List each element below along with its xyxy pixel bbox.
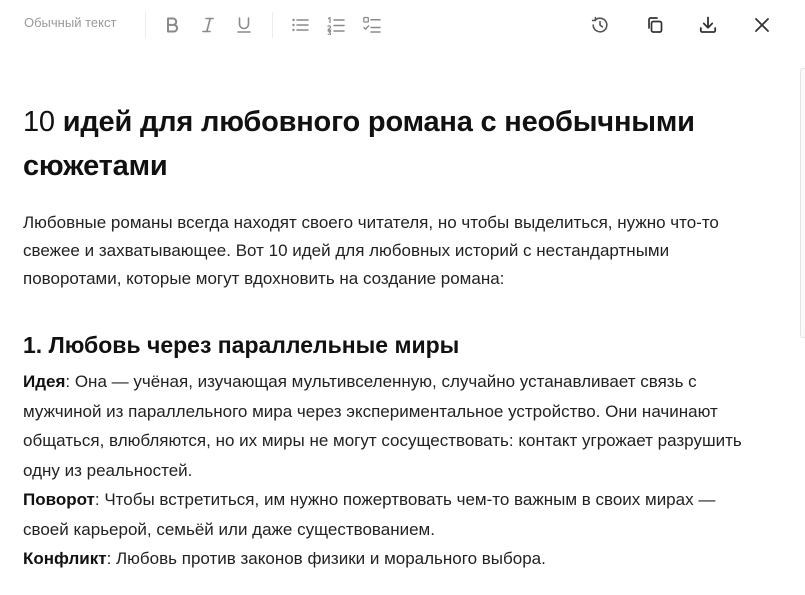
download-button[interactable]: [696, 13, 720, 37]
bullet-list-icon: [292, 18, 309, 32]
italic-button[interactable]: [196, 13, 220, 37]
checklist-button[interactable]: [360, 13, 384, 37]
twist-paragraph: Поворот: Чтобы встретиться, им нужно пож…: [23, 485, 763, 544]
idea-paragraph: Идея: Она — учёная, изучающая мультивсел…: [23, 367, 763, 485]
document-body: 10 идей для любовного романа с необычным…: [23, 100, 763, 574]
conflict-text: : Любовь против законов физики и моральн…: [106, 549, 546, 568]
history-button[interactable]: [588, 13, 612, 37]
title-number: 10: [23, 106, 55, 138]
underline-button[interactable]: [232, 13, 256, 37]
intro-paragraph: Любовные романы всегда находят своего чи…: [23, 213, 719, 288]
title-text: идей для любовного романа с необычными с…: [23, 106, 695, 182]
bold-button[interactable]: [160, 13, 184, 37]
italic-icon: [202, 17, 214, 33]
editor-toolbar: Обычный текст: [0, 0, 805, 50]
section-heading: 1. Любовь через параллельные миры: [23, 332, 460, 358]
bullet-list-button[interactable]: [288, 13, 312, 37]
download-icon: [699, 16, 717, 33]
document-title: 10 идей для любовного романа с необычным…: [23, 100, 763, 188]
bold-icon: [167, 17, 179, 33]
close-icon: [755, 18, 769, 32]
history-icon: [591, 16, 608, 33]
toolbar-divider: [145, 12, 146, 38]
underline-icon: [237, 17, 251, 33]
twist-text: : Чтобы встретиться, им нужно пожертвова…: [23, 490, 716, 539]
checklist-icon: [363, 16, 381, 33]
copy-button[interactable]: [643, 13, 667, 37]
numbered-list-button[interactable]: [324, 13, 348, 37]
copy-icon: [648, 17, 663, 33]
conflict-label: Конфликт: [23, 549, 107, 568]
idea-label: Идея: [23, 372, 66, 391]
toolbar-divider: [272, 12, 273, 38]
text-style-select[interactable]: Обычный текст: [24, 15, 116, 30]
numbered-list-icon: [327, 16, 345, 35]
twist-label: Поворот: [23, 490, 95, 509]
conflict-paragraph: Конфликт: Любовь против законов физики и…: [23, 544, 763, 574]
close-button[interactable]: [750, 13, 774, 37]
scrollbar[interactable]: [800, 68, 805, 338]
idea-text: : Она — учёная, изучающая мультивселенну…: [23, 372, 742, 480]
